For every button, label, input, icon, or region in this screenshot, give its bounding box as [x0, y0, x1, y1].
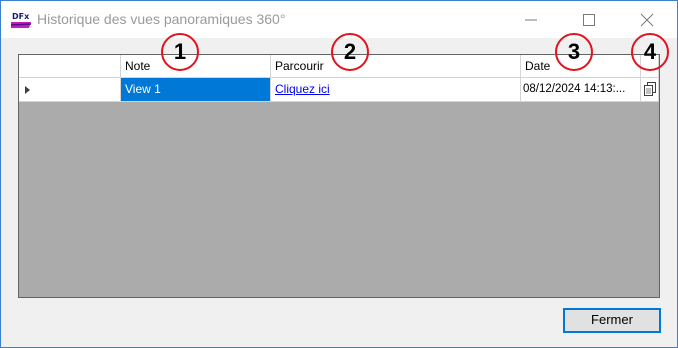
row-header-corner[interactable]	[19, 55, 121, 78]
window-title: Historique des vues panoramiques 360°	[37, 11, 286, 27]
cell-parcourir-link[interactable]: Cliquez ici	[271, 78, 521, 102]
fermer-button[interactable]: Fermer	[563, 308, 661, 333]
app-logo-icon: DFx	[10, 10, 32, 30]
annotation-marker-1: 1	[161, 33, 199, 71]
history-dialog: DFx Historique des vues panoramiques 360…	[0, 0, 678, 348]
maximize-button[interactable]	[560, 1, 618, 38]
annotation-marker-3: 3	[555, 33, 593, 71]
column-header-parcourir[interactable]: Parcourir	[271, 55, 521, 78]
history-grid[interactable]: Note Parcourir Date View 1 Cliquez ici 0…	[18, 54, 660, 298]
maximize-icon	[583, 14, 595, 26]
copy-document-icon[interactable]	[643, 82, 657, 97]
table-row[interactable]: View 1 Cliquez ici 08/12/2024 14:13:...	[19, 78, 659, 102]
minimize-icon	[525, 19, 537, 21]
cell-note[interactable]: View 1	[121, 78, 271, 102]
cell-date[interactable]: 08/12/2024 14:13:...	[521, 78, 641, 102]
row-header[interactable]	[19, 78, 121, 102]
svg-text:DFx: DFx	[12, 12, 30, 21]
annotation-marker-2: 2	[331, 33, 369, 71]
close-icon	[640, 13, 654, 27]
minimize-button[interactable]	[502, 1, 560, 38]
cell-action[interactable]	[641, 78, 659, 102]
annotation-marker-4: 4	[631, 33, 669, 71]
row-pointer-icon	[25, 86, 30, 94]
